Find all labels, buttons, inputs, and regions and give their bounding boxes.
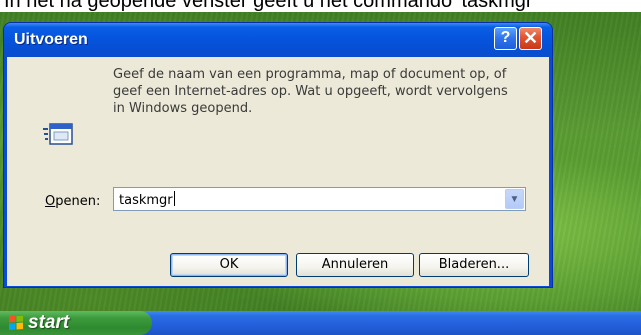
- start-button[interactable]: start: [0, 311, 152, 335]
- ok-button[interactable]: OK: [170, 253, 288, 277]
- open-combobox[interactable]: taskmgr ▼: [113, 187, 526, 211]
- help-button[interactable]: ?: [494, 27, 517, 50]
- dialog-description: Geef de naam van een programma, map of d…: [113, 67, 508, 116]
- close-button[interactable]: ✕: [519, 27, 542, 50]
- open-label-text: penen:: [55, 194, 101, 209]
- chevron-down-icon[interactable]: ▼: [505, 189, 524, 209]
- title-bar[interactable]: Uitvoeren ? ✕: [4, 23, 552, 57]
- taskbar: start: [0, 311, 641, 335]
- browse-button[interactable]: Bladeren...: [419, 253, 529, 277]
- run-dialog: Uitvoeren ? ✕ Geef de naam van een progr…: [3, 22, 553, 288]
- run-program-icon: [43, 123, 73, 145]
- start-label: start: [28, 312, 70, 333]
- open-label-accelerator: O: [45, 194, 56, 209]
- open-label: Openen:: [45, 194, 100, 209]
- cancel-button[interactable]: Annuleren: [296, 253, 414, 277]
- windows-logo-icon: [9, 316, 23, 330]
- open-input-value: taskmgr: [119, 193, 173, 208]
- dialog-body: Geef de naam van een programma, map of d…: [7, 57, 549, 286]
- text-caret: [173, 191, 175, 206]
- dialog-title: Uitvoeren: [14, 31, 88, 48]
- page-caption: In het na geopende venster geeft u het c…: [0, 0, 641, 12]
- open-input[interactable]: taskmgr: [119, 191, 175, 208]
